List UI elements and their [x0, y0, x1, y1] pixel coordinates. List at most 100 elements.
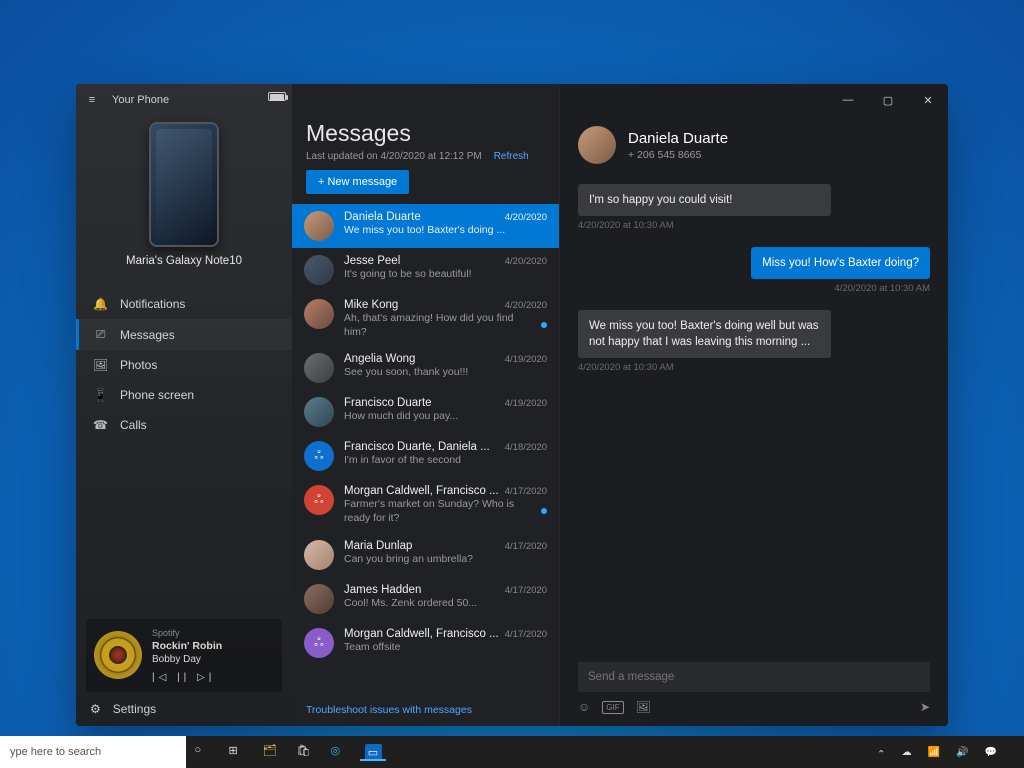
nav-icon: 🖼	[93, 358, 108, 372]
message-timestamp: 4/20/2020 at 10:30 AM	[578, 220, 831, 231]
edge-icon[interactable]: ◎	[322, 744, 356, 761]
thread-name: Angelia Wong	[344, 353, 415, 365]
thread-name: Morgan Caldwell, Francisco ...	[344, 628, 499, 640]
thread-name: Mike Kong	[344, 299, 398, 311]
chat-header: Daniela Duarte + 206 545 8665	[578, 126, 930, 164]
thread-date: 4/20/2020	[505, 212, 547, 223]
thread-preview: I'm in favor of the second	[344, 454, 461, 468]
unread-dot	[541, 322, 547, 328]
thread-preview: How much did you pay...	[344, 410, 458, 424]
thread-avatar	[304, 211, 334, 241]
battery-icon	[268, 92, 286, 101]
image-icon[interactable]: 🖼	[636, 700, 651, 714]
thread-name: Francisco Duarte	[344, 397, 432, 409]
settings-button[interactable]: ⚙ Settings	[76, 692, 292, 726]
thread-item[interactable]: ஃ Francisco Duarte, Daniela ... 4/18/202…	[292, 434, 559, 478]
thread-item[interactable]: Francisco Duarte 4/19/2020 How much did …	[292, 390, 559, 434]
task-view-icon[interactable]: ⊞	[220, 744, 254, 761]
your-phone-taskbar-icon[interactable]: ▭	[356, 744, 390, 761]
thread-date: 4/19/2020	[505, 398, 547, 409]
thread-item[interactable]: Mike Kong 4/20/2020 Ah, that's amazing! …	[292, 292, 559, 346]
sidebar-item-calls[interactable]: ☎ Calls	[76, 410, 292, 440]
thread-item[interactable]: Maria Dunlap 4/17/2020 Can you bring an …	[292, 533, 559, 577]
thread-avatar	[304, 353, 334, 383]
gif-icon[interactable]: GIF	[602, 701, 623, 714]
tray-overflow-icon[interactable]: ⌄	[874, 747, 888, 758]
message-timestamp: 4/20/2020 at 10:30 AM	[834, 283, 930, 294]
app-window: ≡ Your Phone — ▢ ✕ Maria's Galaxy Note10…	[76, 84, 948, 726]
messages-heading: Messages	[306, 120, 545, 147]
message-bubble[interactable]: Miss you! How's Baxter doing?	[751, 247, 930, 279]
message-timestamp: 4/20/2020 at 10:30 AM	[578, 362, 831, 373]
window-close[interactable]: ✕	[908, 84, 948, 116]
troubleshoot-link[interactable]: Troubleshoot issues with messages	[292, 698, 559, 726]
refresh-link[interactable]: Refresh	[494, 151, 529, 162]
thread-avatar	[304, 540, 334, 570]
cortana-icon[interactable]: ○	[186, 744, 220, 761]
nav-icon: ⎚	[93, 327, 108, 342]
hamburger-icon[interactable]: ≡	[76, 84, 108, 116]
settings-label: Settings	[113, 702, 156, 716]
taskbar-search[interactable]: ype here to search	[0, 736, 186, 768]
window-minimize[interactable]: —	[828, 84, 868, 116]
new-message-button[interactable]: + New message	[306, 170, 409, 194]
nav-label: Calls	[120, 418, 147, 432]
tray-wifi-icon[interactable]: 📶	[925, 747, 943, 758]
sidebar-item-photos[interactable]: 🖼 Photos	[76, 350, 292, 380]
thread-item[interactable]: ஃ Morgan Caldwell, Francisco ... 4/17/20…	[292, 621, 559, 665]
thread-name: James Hadden	[344, 584, 421, 596]
album-art	[94, 631, 142, 679]
thread-column: Messages Last updated on 4/20/2020 at 12…	[292, 84, 560, 726]
nav-label: Phone screen	[120, 388, 194, 402]
thread-preview: See you soon, thank you!!!	[344, 366, 468, 380]
thread-name: Maria Dunlap	[344, 540, 412, 552]
tray-volume-icon[interactable]: 🔊	[953, 747, 971, 758]
thread-avatar	[304, 299, 334, 329]
contact-avatar[interactable]	[578, 126, 616, 164]
message-bubble[interactable]: We miss you too! Baxter's doing well but…	[578, 310, 831, 358]
thread-avatar: ஃ	[304, 441, 334, 471]
gear-icon: ⚙	[90, 702, 101, 716]
thread-preview: Ah, that's amazing! How did you find him…	[344, 312, 537, 339]
thread-avatar	[304, 397, 334, 427]
thread-item[interactable]: ஃ Morgan Caldwell, Francisco ... 4/17/20…	[292, 478, 559, 532]
window-maximize[interactable]: ▢	[868, 84, 908, 116]
thread-date: 4/18/2020	[505, 442, 547, 453]
thread-preview: We miss you too! Baxter's doing ...	[344, 224, 505, 238]
thread-date: 4/19/2020	[505, 354, 547, 365]
phone-preview[interactable]	[149, 122, 219, 247]
compose-input[interactable]	[578, 662, 930, 692]
sidebar-item-notifications[interactable]: 🔔 Notifications	[76, 289, 292, 319]
app-title: Your Phone	[108, 94, 173, 106]
media-card[interactable]: Spotify Rockin' Robin Bobby Day |◁ || ▷|	[86, 619, 282, 692]
thread-item[interactable]: Angelia Wong 4/19/2020 See you soon, tha…	[292, 346, 559, 390]
thread-item[interactable]: Daniela Duarte 4/20/2020 We miss you too…	[292, 204, 559, 248]
message-received: I'm so happy you could visit! 4/20/2020 …	[578, 184, 831, 243]
taskbar-search-text: ype here to search	[10, 746, 101, 758]
send-icon[interactable]: ➤	[920, 700, 930, 714]
file-explorer-icon[interactable]: 🗂	[254, 744, 288, 761]
system-tray[interactable]: ⌄ ☁ 📶 🔊 💬	[866, 736, 1024, 768]
media-track: Rockin' Robin	[152, 639, 274, 653]
media-artist: Bobby Day	[152, 653, 274, 667]
thread-preview: Cool! Ms. Zenk ordered 50...	[344, 597, 477, 611]
message-list: I'm so happy you could visit! 4/20/2020 …	[578, 184, 930, 662]
last-updated: Last updated on 4/20/2020 at 12:12 PM	[306, 151, 482, 162]
tray-action-center-icon[interactable]: 💬	[982, 747, 1000, 758]
thread-name: Daniela Duarte	[344, 211, 421, 223]
message-bubble[interactable]: I'm so happy you could visit!	[578, 184, 831, 216]
sidebar: Maria's Galaxy Note10 🔔 Notifications⎚ M…	[76, 84, 292, 726]
thread-list[interactable]: Daniela Duarte 4/20/2020 We miss you too…	[292, 204, 559, 698]
emoji-icon[interactable]: ☺	[578, 700, 590, 714]
thread-item[interactable]: James Hadden 4/17/2020 Cool! Ms. Zenk or…	[292, 577, 559, 621]
store-icon[interactable]: 🛍	[288, 744, 322, 761]
media-controls[interactable]: |◁ || ▷|	[152, 671, 274, 685]
thread-name: Francisco Duarte, Daniela ...	[344, 441, 490, 453]
thread-item[interactable]: Jesse Peel 4/20/2020 It's going to be so…	[292, 248, 559, 292]
nav-icon: 📱	[93, 388, 108, 402]
sidebar-item-messages[interactable]: ⎚ Messages	[76, 319, 292, 350]
nav-label: Messages	[120, 328, 175, 342]
tray-onedrive-icon[interactable]: ☁	[899, 747, 915, 758]
message-sent: Miss you! How's Baxter doing? 4/20/2020 …	[751, 247, 930, 306]
sidebar-item-phone-screen[interactable]: 📱 Phone screen	[76, 380, 292, 410]
